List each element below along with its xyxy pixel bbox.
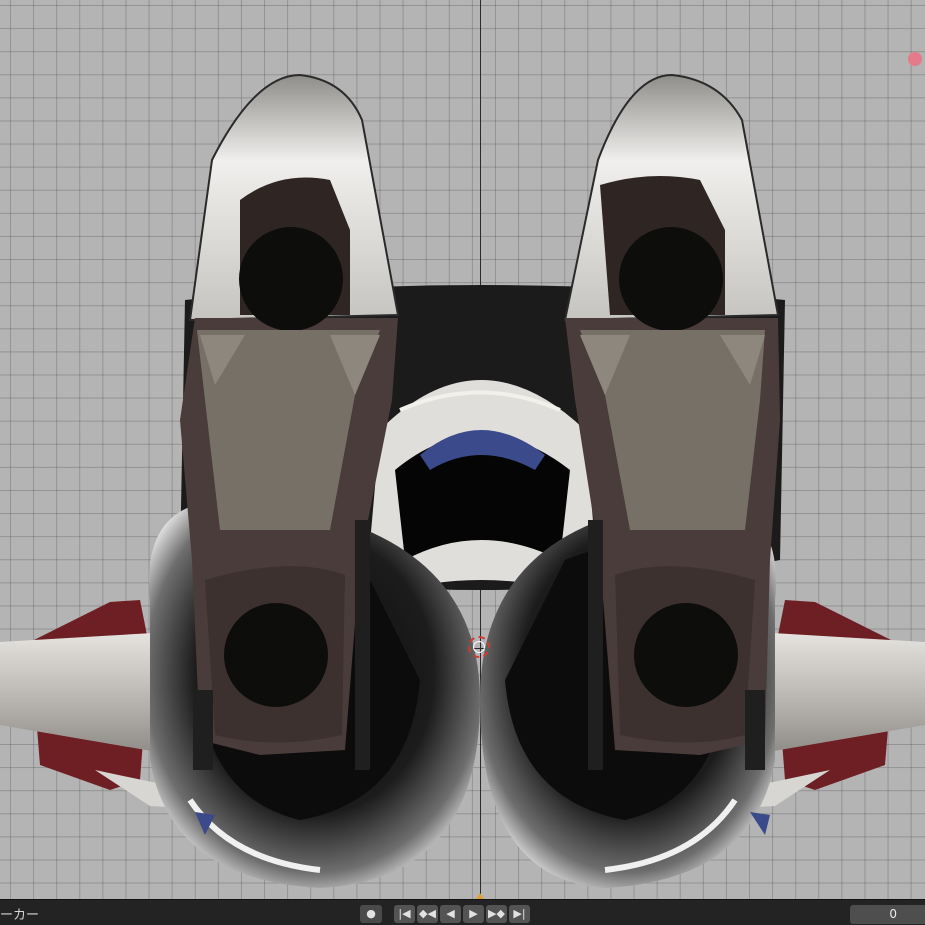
3d-viewport[interactable] xyxy=(0,0,925,899)
marker-menu-label[interactable]: ーカー xyxy=(0,904,39,923)
jump-to-end-button[interactable]: ▶| xyxy=(509,905,530,923)
play-reverse-button[interactable]: ◀ xyxy=(440,905,461,923)
3d-cursor-icon[interactable] xyxy=(468,636,490,658)
mech-model-render[interactable] xyxy=(0,0,925,899)
right-foot xyxy=(563,73,780,770)
jump-to-start-button[interactable]: |◀ xyxy=(394,905,415,923)
prev-keyframe-button[interactable]: ◆◀ xyxy=(417,905,438,923)
current-frame-field[interactable]: 0 xyxy=(850,905,925,924)
play-button[interactable]: ▶ xyxy=(463,905,484,923)
left-foot xyxy=(180,73,400,770)
record-button[interactable]: ● xyxy=(360,905,382,923)
playback-controls: ● |◀ ◆◀ ◀ ▶ ▶◆ ▶| xyxy=(360,905,532,923)
next-keyframe-button[interactable]: ▶◆ xyxy=(486,905,507,923)
right-accent xyxy=(750,812,770,835)
timeline-bar: ーカー ● |◀ ◆◀ ◀ ▶ ▶◆ ▶| 0 xyxy=(0,899,925,925)
